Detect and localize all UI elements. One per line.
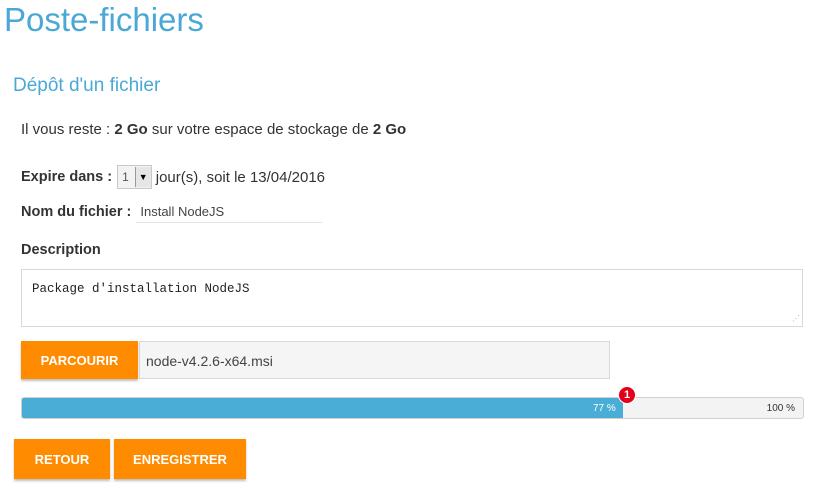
- save-button[interactable]: ENREGISTRER: [114, 439, 246, 479]
- expire-label: Expire dans :: [21, 169, 113, 185]
- storage-total: 2 Go: [372, 121, 407, 138]
- filename-input[interactable]: [136, 200, 323, 223]
- back-button[interactable]: RETOUR: [14, 439, 110, 479]
- upload-progress-bar: 77 % 100 %: [21, 397, 804, 419]
- filename-row: Nom du fichier :: [21, 200, 323, 223]
- description-text: Package d'installation NodeJS: [32, 282, 250, 296]
- progress-total: 100 %: [766, 403, 795, 414]
- expire-date-text: jour(s), soit le 13/04/2016: [155, 168, 326, 186]
- filename-label: Nom du fichier :: [21, 203, 132, 220]
- section-title: Dépôt d'un fichier: [13, 75, 161, 96]
- description-label: Description: [21, 242, 101, 258]
- progress-marker-badge: 1: [618, 386, 636, 404]
- selected-file-field: node-v4.2.6-x64.msi: [139, 341, 610, 379]
- description-textarea[interactable]: Package d'installation NodeJS ⋰: [21, 269, 803, 327]
- chevron-down-icon[interactable]: ▼: [134, 167, 151, 187]
- resize-grip-icon[interactable]: ⋰: [792, 316, 800, 324]
- progress-fill: [22, 398, 623, 418]
- browse-button[interactable]: PARCOURIR: [21, 341, 138, 379]
- progress-percent: 77 %: [593, 403, 616, 414]
- page-title: Poste-fichiers: [4, 1, 204, 38]
- storage-prefix: Il vous reste :: [21, 121, 115, 138]
- expire-days-select[interactable]: 1 ▼: [117, 165, 152, 189]
- storage-remaining: 2 Go: [114, 121, 148, 138]
- expire-days-value: 1: [122, 170, 129, 184]
- expire-row: Expire dans : 1 ▼ jour(s), soit le 13/04…: [21, 165, 325, 189]
- storage-info: Il vous reste : 2 Go sur votre espace de…: [21, 121, 406, 138]
- storage-middle: sur votre espace de stockage de: [147, 121, 373, 138]
